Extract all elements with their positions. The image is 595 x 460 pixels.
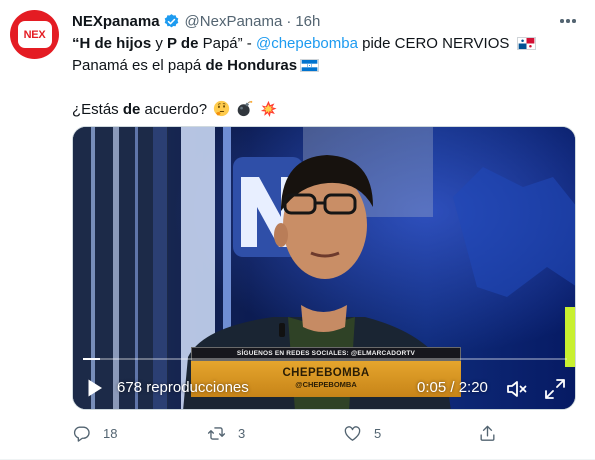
reply-button[interactable]: 18 (72, 423, 117, 443)
text-part: ¿Estás (72, 101, 123, 118)
tweet-card[interactable]: NEX NEXpanama @NexPanama · 16h “H de hij… (0, 0, 595, 460)
retweet-count: 3 (238, 425, 246, 441)
bomb-emoji-icon (238, 100, 253, 117)
retweet-button[interactable]: 3 (207, 423, 245, 443)
avatar-logo: NEX (17, 21, 52, 48)
avatar[interactable]: NEX (10, 10, 59, 59)
video-duration: 0:05 / 2:20 (417, 379, 488, 396)
like-count: 5 (374, 425, 382, 441)
share-button[interactable] (478, 423, 497, 443)
text-part: y (151, 35, 168, 52)
text-part: P de (167, 35, 199, 52)
play-icon[interactable] (87, 378, 103, 398)
panama-flag-icon (516, 37, 536, 50)
reply-icon (73, 425, 90, 442)
text-part: Panamá es el papá (72, 57, 206, 74)
tweet-header: NEXpanama @NexPanama · 16h (72, 11, 320, 31)
retweet-icon (207, 426, 226, 440)
view-count: 678 reproducciones (117, 379, 249, 396)
collision-emoji-icon (260, 100, 277, 117)
like-button[interactable]: 5 (343, 423, 381, 443)
share-icon (480, 425, 495, 441)
fullscreen-icon[interactable] (543, 377, 567, 401)
tweet-text: “H de hijos y P de Papá” - @chepebomba p… (72, 33, 582, 121)
verified-icon (164, 13, 178, 27)
like-icon (344, 425, 361, 441)
avatar-logo-text: NEX (23, 28, 46, 41)
author-handle[interactable]: @NexPanama (185, 13, 283, 30)
text-part: pide CERO NERVIOS (357, 35, 514, 52)
separator-dot: · (286, 12, 292, 30)
video-player[interactable]: SÍGUENOS EN REDES SOCIALES: @ELMARCADORT… (72, 126, 576, 410)
text-part: acuerdo? (140, 101, 208, 118)
mention-link[interactable]: @chepebomba (256, 35, 358, 52)
tweet-time[interactable]: 16h (295, 13, 320, 30)
honduras-flag-icon (300, 59, 320, 72)
more-icon[interactable] (559, 12, 577, 30)
reply-count: 18 (103, 425, 118, 441)
text-part: “H de hijos (72, 35, 152, 52)
video-progress-bar[interactable] (83, 358, 567, 360)
mute-icon[interactable] (505, 377, 529, 401)
text-part: de (122, 101, 141, 118)
text-part: Papá” - (198, 35, 256, 52)
thinking-emoji-icon (214, 100, 230, 117)
tweet-actions: 18 3 5 (72, 423, 512, 443)
video-controls: 678 reproducciones 0:05 / 2:20 (73, 367, 575, 407)
video-progress-fill (83, 358, 101, 360)
author-name[interactable]: NEXpanama (72, 13, 160, 30)
text-part: de Honduras (205, 57, 298, 74)
